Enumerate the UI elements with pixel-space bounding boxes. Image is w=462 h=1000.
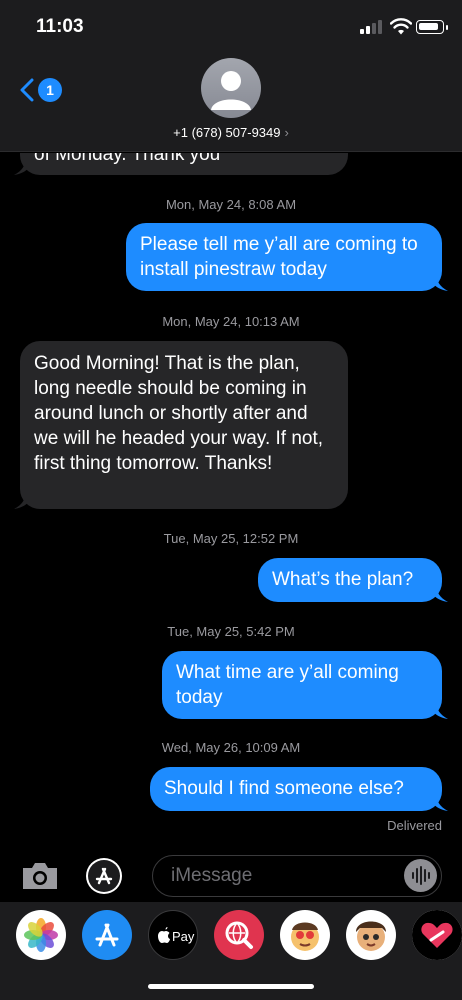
bubble-tail (14, 157, 32, 175)
message-text: What time are y’all coming today (176, 662, 399, 708)
outgoing-message[interactable]: Should I find someone else? (150, 767, 448, 811)
waveform-icon (412, 866, 430, 885)
contact-name-row[interactable]: +1 (678) 507-9349 › (0, 125, 462, 140)
incoming-message[interactable]: Good Morning! That is the plan, long nee… (14, 341, 348, 509)
app-store-icon (88, 860, 120, 892)
outgoing-message[interactable]: What time are y’all coming today (162, 651, 448, 719)
back-button[interactable]: 1 (18, 76, 66, 104)
memoji-stickers-app-button[interactable] (280, 910, 330, 960)
animoji-icon (356, 921, 386, 951)
bubble-tail (430, 584, 448, 602)
globe-search-icon (225, 921, 253, 949)
chevron-right-icon: › (284, 125, 289, 140)
message-text: Should I find someone else? (164, 778, 404, 799)
outgoing-message[interactable]: Please tell me y’all are coming to insta… (126, 223, 448, 291)
incoming-message[interactable]: of Monday. Thank you (14, 153, 348, 175)
wifi-icon (390, 18, 412, 35)
person-icon (211, 71, 251, 110)
delivered-status: Delivered (387, 818, 442, 833)
photos-app-button[interactable] (16, 910, 66, 960)
message-text: Please tell me y’all are coming to insta… (140, 234, 418, 280)
battery-icon (416, 20, 448, 34)
conversation-header: 1 +1 (678) 507-9349 › (0, 52, 462, 152)
cellular-signal-icon (360, 20, 384, 34)
animoji-app-button[interactable] (346, 910, 396, 960)
heart-icon (412, 910, 462, 960)
contact-avatar[interactable] (201, 58, 261, 118)
message-text: of Monday. Thank you (34, 153, 221, 165)
composer-bar: iMessage (0, 850, 462, 902)
contact-number: +1 (678) 507-9349 (173, 125, 281, 140)
app-drawer: Pay (0, 902, 462, 1000)
message-input[interactable]: iMessage (152, 855, 442, 897)
photos-icon (24, 918, 58, 952)
digital-touch-app-button[interactable] (412, 910, 462, 960)
bubble-tail (14, 491, 32, 509)
app-store-icon (95, 923, 119, 947)
timestamp: Tue, May 25, 5:42 PM (167, 624, 295, 639)
images-search-app-button[interactable] (214, 910, 264, 960)
chevron-left-icon (20, 78, 34, 102)
apple-pay-label: Pay (172, 929, 195, 944)
timestamp: Mon, May 24, 8:08 AM (165, 197, 297, 212)
timestamp: Tue, May 25, 12:52 PM (163, 531, 299, 546)
outgoing-message[interactable]: What’s the plan? (258, 558, 448, 602)
audio-message-button[interactable] (404, 859, 437, 892)
message-text: What’s the plan? (272, 569, 414, 590)
status-time: 11:03 (36, 16, 84, 37)
timestamp: Mon, May 24, 10:13 AM (162, 314, 300, 329)
apps-button[interactable] (86, 858, 122, 894)
home-indicator[interactable] (148, 984, 314, 989)
bubble-tail (430, 701, 448, 719)
app-store-app-button[interactable] (82, 910, 132, 960)
camera-icon[interactable] (20, 860, 60, 892)
unread-count-badge: 1 (38, 78, 62, 102)
status-bar: 11:03 (0, 0, 462, 52)
message-text: Good Morning! That is the plan, long nee… (34, 353, 324, 474)
timestamp: Wed, May 26, 10:09 AM (161, 740, 301, 755)
memoji-icon (291, 922, 319, 951)
bubble-tail (430, 793, 448, 811)
apple-pay-app-button[interactable]: Pay (148, 910, 198, 960)
apple-pay-icon: Pay (158, 927, 195, 944)
battery-level (419, 23, 438, 30)
bubble-tail (430, 273, 448, 291)
message-thread[interactable]: of Monday. Thank you Mon, May 24, 8:08 A… (0, 153, 462, 850)
message-input-placeholder: iMessage (171, 865, 253, 886)
